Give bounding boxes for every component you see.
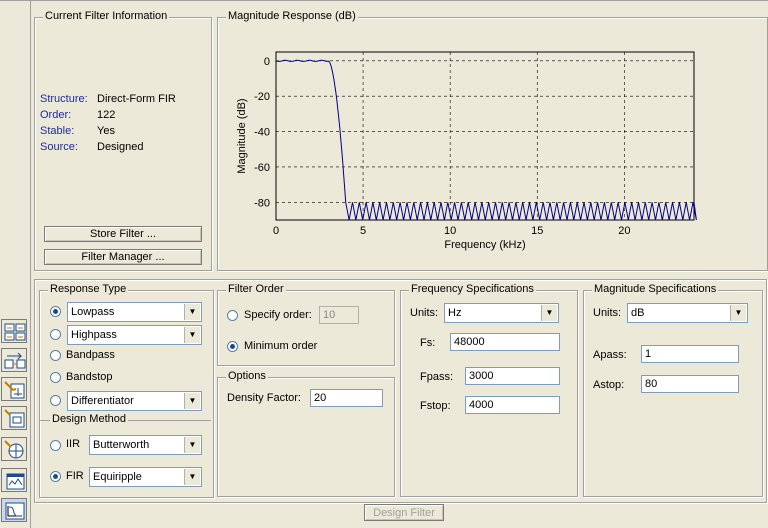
fstop-label: Fstop: bbox=[420, 400, 451, 412]
frequency-spec-title: Frequency Specifications bbox=[409, 283, 536, 295]
chevron-down-icon: ▼ bbox=[184, 393, 200, 409]
specify-order-label: Specify order: bbox=[244, 309, 312, 321]
response-type-title: Response Type bbox=[48, 283, 129, 295]
fir-label: FIR bbox=[66, 470, 84, 482]
design-method-title: Design Method bbox=[50, 413, 128, 425]
minimum-order-radio[interactable] bbox=[227, 341, 238, 352]
filter-order-title: Filter Order bbox=[226, 283, 286, 295]
x-tick-label-3: 15 bbox=[531, 225, 543, 237]
apass-input[interactable]: 1 bbox=[641, 345, 739, 363]
transform-filter-icon[interactable] bbox=[1, 348, 27, 372]
magnitude-curve bbox=[275, 59, 697, 221]
y-tick-label-3: -60 bbox=[254, 162, 270, 174]
stable-value: Yes bbox=[97, 125, 115, 137]
x-tick-label-1: 5 bbox=[360, 225, 366, 237]
density-factor-input[interactable]: 20 bbox=[310, 389, 383, 407]
fs-label: Fs: bbox=[420, 337, 436, 349]
y-tick-label-2: -40 bbox=[254, 127, 270, 139]
source-value: Designed bbox=[97, 141, 144, 153]
chevron-down-icon: ▼ bbox=[184, 437, 200, 453]
chevron-down-icon: ▼ bbox=[184, 327, 200, 343]
lowpass-select-value: Lowpass bbox=[71, 306, 115, 318]
structure-value: Direct-Form FIR bbox=[97, 93, 176, 105]
chevron-down-icon: ▼ bbox=[541, 305, 557, 321]
import-filter-icon[interactable] bbox=[1, 406, 27, 430]
stable-label: Stable: bbox=[40, 125, 75, 137]
astop-input[interactable]: 80 bbox=[641, 375, 739, 393]
store-filter-button[interactable]: Store Filter ... bbox=[44, 226, 202, 242]
specify-order-radio[interactable] bbox=[227, 310, 238, 321]
magnitude-plot: 0 5 10 15 20 0 -20 -40 -60 -80 Frequency (kHz) Ma… bbox=[236, 51, 697, 251]
x-tick-label-0: 0 bbox=[273, 225, 279, 237]
freq-units-select[interactable]: Hz ▼ bbox=[444, 303, 559, 323]
fir-select-value: Equiripple bbox=[93, 471, 142, 483]
freq-units-value: Hz bbox=[448, 307, 462, 319]
bandpass-radio[interactable] bbox=[50, 350, 61, 361]
order-value: 122 bbox=[97, 109, 116, 121]
fir-select[interactable]: Equiripple ▼ bbox=[89, 467, 202, 487]
y-tick-label-1: -20 bbox=[254, 91, 270, 103]
fir-radio[interactable] bbox=[50, 471, 61, 482]
structure-label: Structure: bbox=[40, 93, 88, 105]
y-tick-label-0: 0 bbox=[264, 56, 270, 68]
options-title: Options bbox=[226, 370, 268, 382]
fpass-input[interactable]: 3000 bbox=[465, 367, 560, 385]
source-label: Source: bbox=[40, 141, 78, 153]
x-tick-label-2: 10 bbox=[444, 225, 456, 237]
plot-axes-box bbox=[275, 51, 695, 221]
top-edge bbox=[0, 0, 768, 1]
fpass-label: Fpass: bbox=[420, 371, 454, 383]
bandpass-label: Bandpass bbox=[66, 349, 115, 361]
apass-label: Apass: bbox=[593, 349, 627, 361]
differentiator-select[interactable]: Differentiator ▼ bbox=[67, 391, 202, 411]
differentiator-select-value: Differentiator bbox=[71, 395, 134, 407]
chevron-down-icon: ▼ bbox=[184, 469, 200, 485]
multirate-icon[interactable] bbox=[1, 437, 27, 461]
plot-grid bbox=[276, 52, 694, 220]
iir-label: IIR bbox=[66, 438, 81, 450]
design-filter-button[interactable]: Design Filter bbox=[364, 504, 444, 521]
mag-units-select[interactable]: dB ▼ bbox=[627, 303, 748, 323]
highpass-select[interactable]: Highpass ▼ bbox=[67, 325, 202, 345]
y-tick-label-4: -80 bbox=[254, 197, 270, 209]
highpass-radio[interactable] bbox=[50, 329, 61, 340]
left-edge bbox=[30, 0, 31, 528]
mag-units-label: Units: bbox=[593, 307, 622, 319]
x-axis-label: Frequency (kHz) bbox=[444, 239, 525, 251]
filter-info-title: Current Filter Information bbox=[43, 10, 170, 22]
differentiator-radio[interactable] bbox=[50, 395, 61, 406]
highpass-select-value: Highpass bbox=[71, 329, 117, 341]
magnitude-spec-title: Magnitude Specifications bbox=[592, 283, 719, 295]
fstop-input[interactable]: 4000 bbox=[465, 396, 560, 414]
magnitude-response-title: Magnitude Response (dB) bbox=[226, 10, 358, 22]
design-filter-icon[interactable] bbox=[1, 319, 27, 343]
pole-zero-editor-icon[interactable] bbox=[1, 377, 27, 401]
y-axis-label: Magnitude (dB) bbox=[236, 98, 248, 173]
x-tick-label-4: 20 bbox=[618, 225, 630, 237]
fs-input[interactable]: 48000 bbox=[450, 333, 560, 351]
density-factor-label: Density Factor: bbox=[227, 392, 301, 404]
bandstop-label: Bandstop bbox=[66, 371, 113, 383]
filter-order-panel: Filter Order bbox=[217, 283, 395, 366]
chevron-down-icon: ▼ bbox=[184, 304, 200, 320]
filter-manager-button[interactable]: Filter Manager ... bbox=[44, 249, 202, 265]
specify-order-input[interactable]: 10 bbox=[319, 306, 359, 324]
analysis-icon[interactable] bbox=[1, 498, 27, 522]
realize-model-icon[interactable] bbox=[1, 468, 27, 492]
astop-label: Astop: bbox=[593, 379, 625, 391]
freq-units-label: Units: bbox=[410, 307, 439, 319]
lowpass-select[interactable]: Lowpass ▼ bbox=[67, 302, 202, 322]
bandstop-radio[interactable] bbox=[50, 372, 61, 383]
chevron-down-icon: ▼ bbox=[730, 305, 746, 321]
lowpass-radio[interactable] bbox=[50, 306, 61, 317]
mag-units-value: dB bbox=[631, 307, 645, 319]
iir-radio[interactable] bbox=[50, 440, 61, 451]
iir-select-value: Butterworth bbox=[93, 439, 150, 451]
iir-select[interactable]: Butterworth ▼ bbox=[89, 435, 202, 455]
minimum-order-label: Minimum order bbox=[244, 340, 318, 352]
order-label: Order: bbox=[40, 109, 72, 121]
